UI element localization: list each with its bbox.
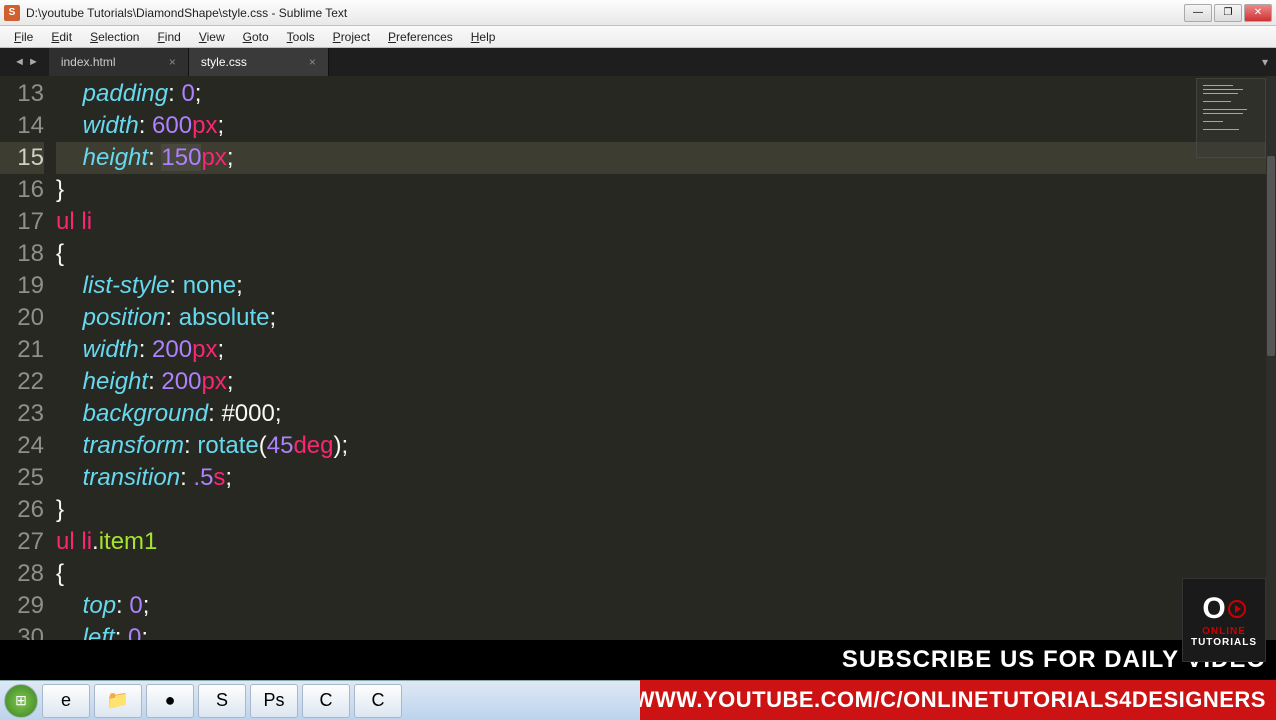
badge-online-text: ONLINE bbox=[1202, 626, 1246, 637]
minimap[interactable] bbox=[1196, 78, 1266, 158]
code-line[interactable]: height: 200px; bbox=[56, 366, 1276, 398]
tab-overflow-button[interactable]: ▾ bbox=[1262, 55, 1268, 69]
tab-close-icon[interactable]: × bbox=[289, 55, 316, 69]
window-title: D:\youtube Tutorials\DiamondShape\style.… bbox=[26, 6, 1182, 20]
taskbar-button-7[interactable]: C bbox=[354, 684, 402, 718]
channel-badge: OOT ONLINE TUTORIALS bbox=[1182, 578, 1266, 662]
taskbar-button-5[interactable]: Ps bbox=[250, 684, 298, 718]
line-number: 22 bbox=[0, 366, 44, 398]
menu-bar: FileEditSelectionFindViewGotoToolsProjec… bbox=[0, 26, 1276, 48]
code-line[interactable]: list-style: none; bbox=[56, 270, 1276, 302]
code-line[interactable]: width: 200px; bbox=[56, 334, 1276, 366]
menu-find[interactable]: Find bbox=[149, 28, 188, 46]
line-number: 26 bbox=[0, 494, 44, 526]
maximize-button[interactable]: ❐ bbox=[1214, 4, 1242, 22]
tab-index-html[interactable]: index.html × bbox=[49, 48, 189, 76]
code-area[interactable]: padding: 0; width: 600px; height: 150px;… bbox=[56, 76, 1276, 664]
window-controls: — ❐ ✕ bbox=[1182, 4, 1272, 22]
code-line[interactable]: top: 0; bbox=[56, 590, 1276, 622]
taskbar-button-4[interactable]: S bbox=[198, 684, 246, 718]
vertical-scrollbar[interactable] bbox=[1266, 76, 1276, 664]
code-line[interactable]: ul li.item1 bbox=[56, 526, 1276, 558]
tab-label: style.css bbox=[201, 55, 247, 69]
line-number-gutter: 131415161718192021222324252627282930 bbox=[0, 76, 56, 664]
line-number: 25 bbox=[0, 462, 44, 494]
code-line[interactable]: transition: .5s; bbox=[56, 462, 1276, 494]
play-icon bbox=[1228, 600, 1246, 618]
badge-letter-o: O bbox=[1202, 592, 1225, 626]
menu-file[interactable]: File bbox=[6, 28, 41, 46]
menu-preferences[interactable]: Preferences bbox=[380, 28, 461, 46]
code-line[interactable]: height: 150px; bbox=[56, 142, 1276, 174]
minimize-button[interactable]: — bbox=[1184, 4, 1212, 22]
taskbar: ⊞e📁●SPsCC bbox=[0, 680, 640, 720]
code-line[interactable]: { bbox=[56, 238, 1276, 270]
tab-style-css[interactable]: style.css × bbox=[189, 48, 329, 76]
badge-tutorials-text: TUTORIALS bbox=[1191, 637, 1257, 648]
close-button[interactable]: ✕ bbox=[1244, 4, 1272, 22]
title-bar: S D:\youtube Tutorials\DiamondShape\styl… bbox=[0, 0, 1276, 26]
tab-label: index.html bbox=[61, 55, 116, 69]
line-number: 21 bbox=[0, 334, 44, 366]
code-line[interactable]: ul li bbox=[56, 206, 1276, 238]
taskbar-button-3[interactable]: ● bbox=[146, 684, 194, 718]
menu-tools[interactable]: Tools bbox=[279, 28, 323, 46]
menu-project[interactable]: Project bbox=[325, 28, 378, 46]
menu-goto[interactable]: Goto bbox=[235, 28, 277, 46]
tab-nav-arrows[interactable]: ◄ ► bbox=[4, 56, 49, 68]
code-line[interactable]: position: absolute; bbox=[56, 302, 1276, 334]
taskbar-button-2[interactable]: 📁 bbox=[94, 684, 142, 718]
taskbar-button-6[interactable]: C bbox=[302, 684, 350, 718]
line-number: 27 bbox=[0, 526, 44, 558]
code-line[interactable]: } bbox=[56, 174, 1276, 206]
line-number: 13 bbox=[0, 78, 44, 110]
line-number: 29 bbox=[0, 590, 44, 622]
menu-edit[interactable]: Edit bbox=[43, 28, 80, 46]
code-line[interactable]: transform: rotate(45deg); bbox=[56, 430, 1276, 462]
line-number: 14 bbox=[0, 110, 44, 142]
line-number: 20 bbox=[0, 302, 44, 334]
taskbar-button-0[interactable]: ⊞ bbox=[4, 684, 38, 718]
app-icon: S bbox=[4, 5, 20, 21]
line-number: 23 bbox=[0, 398, 44, 430]
scrollbar-thumb[interactable] bbox=[1267, 156, 1275, 356]
code-line[interactable]: width: 600px; bbox=[56, 110, 1276, 142]
tab-close-icon[interactable]: × bbox=[149, 55, 176, 69]
line-number: 28 bbox=[0, 558, 44, 590]
code-line[interactable]: } bbox=[56, 494, 1276, 526]
channel-url-banner: HTTP://WWW.YOUTUBE.COM/C/ONLINETUTORIALS… bbox=[543, 680, 1276, 720]
code-line[interactable]: background: #000; bbox=[56, 398, 1276, 430]
code-line[interactable]: padding: 0; bbox=[56, 78, 1276, 110]
menu-help[interactable]: Help bbox=[463, 28, 504, 46]
line-number: 17 bbox=[0, 206, 44, 238]
line-number: 15 bbox=[0, 142, 44, 174]
editor: 131415161718192021222324252627282930 pad… bbox=[0, 76, 1276, 664]
code-line[interactable]: { bbox=[56, 558, 1276, 590]
tab-row: ◄ ► index.html × style.css × ▾ bbox=[0, 48, 1276, 76]
menu-view[interactable]: View bbox=[191, 28, 233, 46]
line-number: 19 bbox=[0, 270, 44, 302]
menu-selection[interactable]: Selection bbox=[82, 28, 147, 46]
line-number: 18 bbox=[0, 238, 44, 270]
taskbar-button-1[interactable]: e bbox=[42, 684, 90, 718]
line-number: 16 bbox=[0, 174, 44, 206]
subscribe-banner: SUBSCRIBE US FOR DAILY VIDEO bbox=[0, 640, 1276, 680]
line-number: 24 bbox=[0, 430, 44, 462]
